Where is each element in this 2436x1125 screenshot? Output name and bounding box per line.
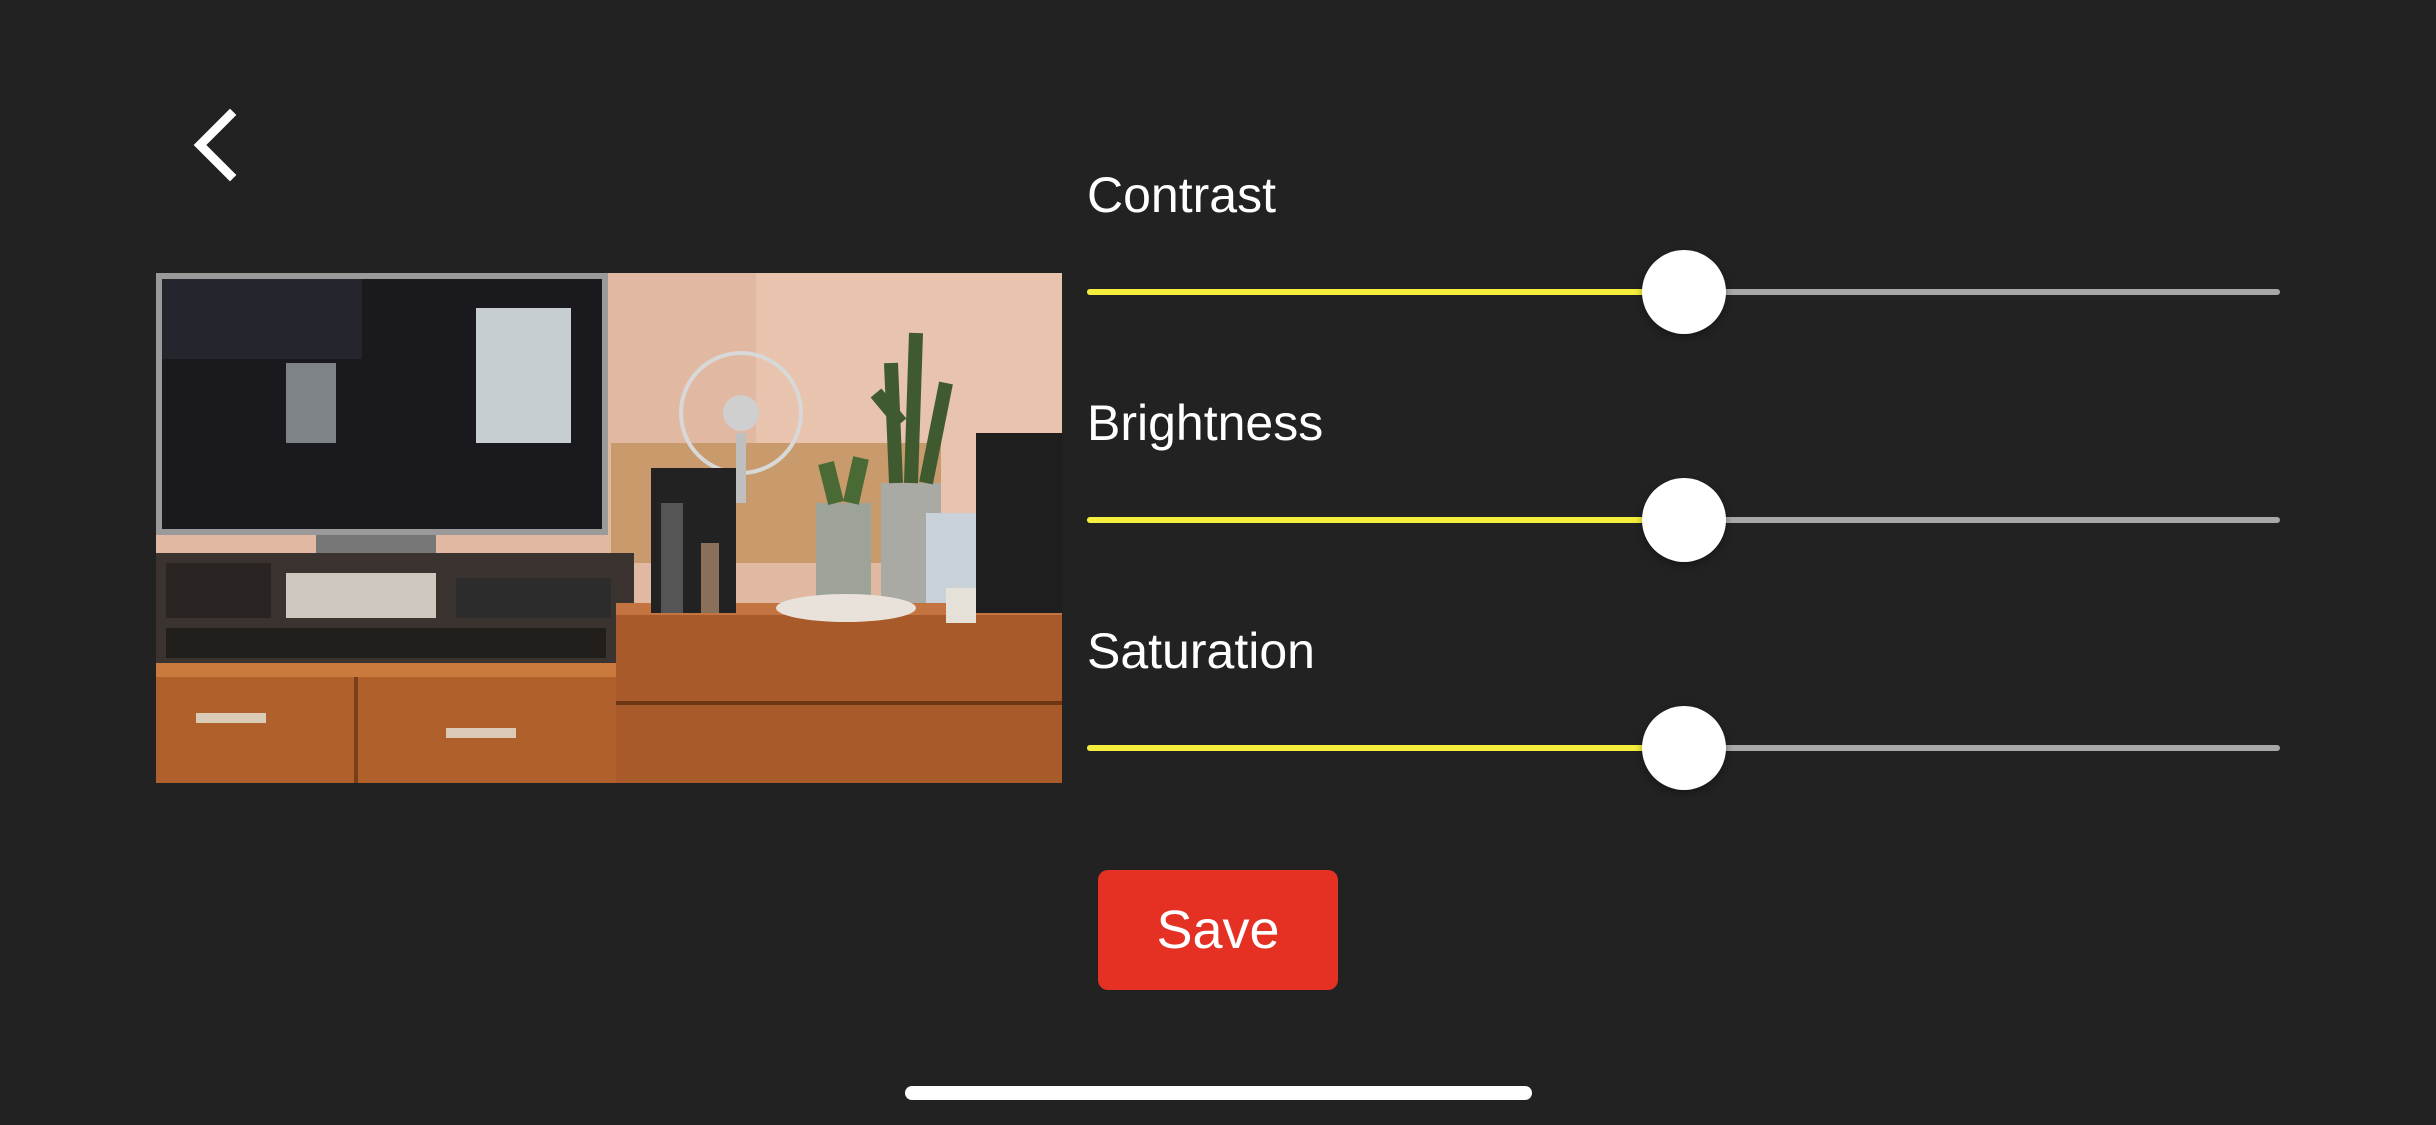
brightness-slider[interactable] [1087,478,2280,562]
slider-thumb[interactable] [1641,250,1726,334]
contrast-control: Contrast [1087,160,2280,388]
slider-fill [1087,289,1684,295]
contrast-slider[interactable] [1087,250,2280,334]
save-button[interactable]: Save [1098,870,1338,990]
home-indicator [905,1086,1532,1100]
slider-thumb[interactable] [1641,478,1726,562]
chevron-left-icon [193,108,237,182]
saturation-control: Saturation [1087,616,2280,844]
photo-preview [156,273,1062,783]
contrast-label: Contrast [1087,167,1276,223]
slider-fill [1087,517,1684,523]
saturation-slider[interactable] [1087,706,2280,790]
brightness-label: Brightness [1087,395,1324,451]
slider-fill [1087,745,1684,751]
adjustment-controls: Contrast Brightness Saturation [1087,160,2280,844]
back-button[interactable] [180,105,250,185]
saturation-label: Saturation [1087,623,1315,679]
brightness-control: Brightness [1087,388,2280,616]
slider-thumb[interactable] [1641,706,1726,790]
image-adjust-screen: Contrast Brightness Saturation Save [0,0,2436,1125]
photo-preview-image [156,273,1062,783]
